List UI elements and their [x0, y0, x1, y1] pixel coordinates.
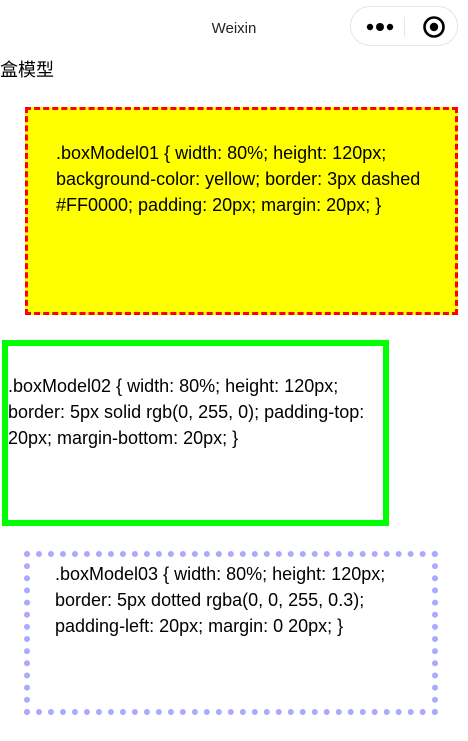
box-model-02: .boxModel02 { width: 80%; height: 120px;…	[2, 340, 389, 526]
capsule-close-icon[interactable]	[422, 15, 446, 39]
box-model-03-text: .boxModel03 { width: 80%; height: 120px;…	[55, 564, 386, 636]
box-model-01: .boxModel01 { width: 80%; height: 120px;…	[25, 107, 458, 315]
box-model-02-text: .boxModel02 { width: 80%; height: 120px;…	[8, 376, 365, 448]
box-model-03: .boxModel03 { width: 80%; height: 120px;…	[24, 551, 438, 715]
capsule-divider	[404, 17, 405, 37]
page-title: 盒模型	[0, 60, 54, 80]
more-dots-icon[interactable]	[365, 20, 395, 34]
box-model-01-text: .boxModel01 { width: 80%; height: 120px;…	[56, 143, 421, 215]
navigation-bar: Weixin	[0, 0, 468, 60]
mini-program-capsule	[350, 6, 458, 46]
